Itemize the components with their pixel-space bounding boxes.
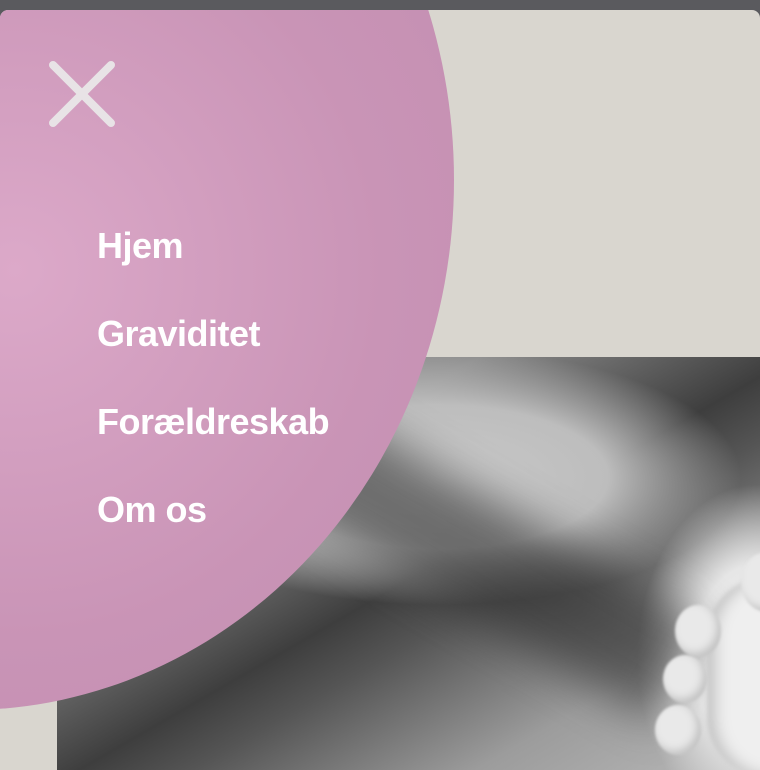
baby-toe xyxy=(655,705,701,755)
page-background: Hjem Graviditet Forældreskab Om os xyxy=(0,10,760,770)
close-icon xyxy=(49,61,115,127)
nav-link-om-os[interactable]: Om os xyxy=(97,486,207,534)
main-navigation: Hjem Graviditet Forældreskab Om os xyxy=(97,222,330,574)
nav-link-foraeldreskab[interactable]: Forældreskab xyxy=(97,398,330,446)
baby-toe xyxy=(663,655,707,703)
nav-link-graviditet[interactable]: Graviditet xyxy=(97,310,261,358)
baby-toe xyxy=(675,605,721,657)
nav-item-graviditet: Graviditet xyxy=(97,310,329,398)
nav-link-hjem[interactable]: Hjem xyxy=(97,222,184,270)
nav-item-foraeldreskab: Forældreskab xyxy=(97,398,330,486)
close-menu-button[interactable] xyxy=(46,58,118,130)
nav-item-om-os: Om os xyxy=(97,486,329,574)
nav-item-hjem: Hjem xyxy=(97,222,329,310)
